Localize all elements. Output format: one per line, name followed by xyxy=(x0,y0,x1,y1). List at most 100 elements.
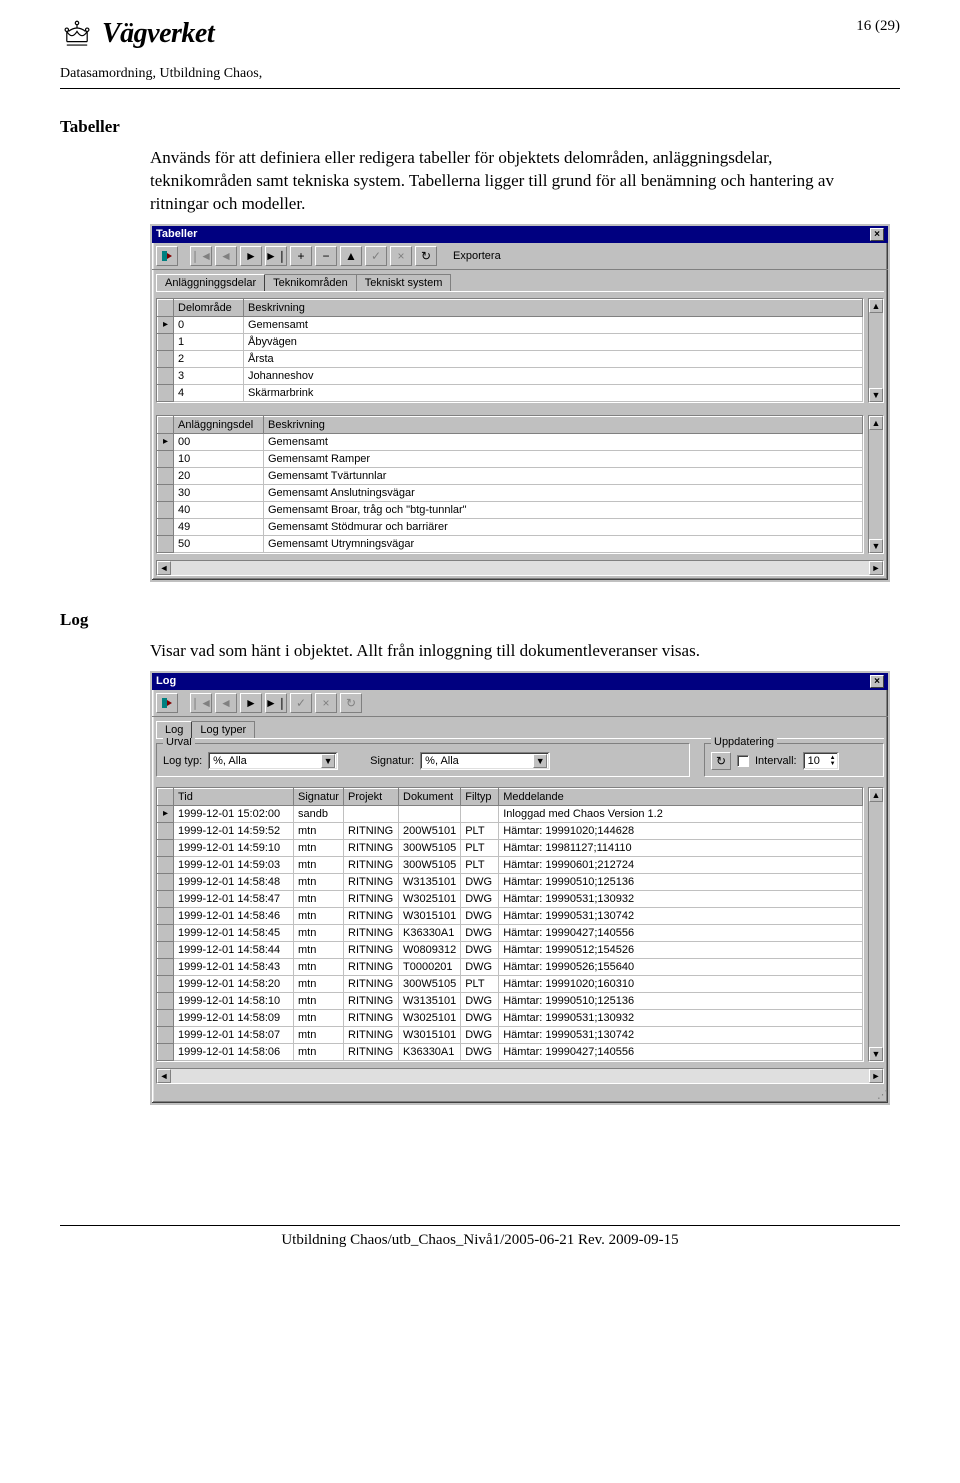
table-row[interactable]: ▸0Gemensamt xyxy=(158,316,863,333)
cancel-icon[interactable]: × xyxy=(390,246,412,266)
table-row[interactable]: 1Åbyvägen xyxy=(158,333,863,350)
intervall-checkbox[interactable] xyxy=(737,755,749,767)
cancel-icon[interactable]: × xyxy=(315,693,337,713)
tab-tekniskt-system[interactable]: Tekniskt system xyxy=(356,274,452,291)
row-selector[interactable] xyxy=(158,535,174,552)
remove-icon[interactable]: − xyxy=(315,246,337,266)
table-row[interactable]: 1999-12-01 14:58:48mtnRITNINGW3135101DWG… xyxy=(158,873,863,890)
row-selector[interactable] xyxy=(158,992,174,1009)
table-row[interactable]: 1999-12-01 14:59:52mtnRITNING200W5101PLT… xyxy=(158,822,863,839)
tab-teknikomraden[interactable]: Teknikområden xyxy=(264,274,357,291)
column-header[interactable]: Delområde xyxy=(174,299,244,316)
scroll-right-icon[interactable]: ► xyxy=(869,1069,883,1083)
column-header[interactable]: Projekt xyxy=(344,788,399,805)
row-selector[interactable] xyxy=(158,1009,174,1026)
table-row[interactable]: 1999-12-01 14:58:09mtnRITNINGW3025101DWG… xyxy=(158,1009,863,1026)
titlebar[interactable]: Log × xyxy=(152,673,888,690)
table-row[interactable]: ▸00Gemensamt xyxy=(158,433,863,450)
row-selector[interactable] xyxy=(158,890,174,907)
table-row[interactable]: 1999-12-01 14:59:10mtnRITNING300W5105PLT… xyxy=(158,839,863,856)
next-icon[interactable]: ► xyxy=(240,693,262,713)
grid-delomrade[interactable]: DelområdeBeskrivning▸0Gemensamt1Åbyvägen… xyxy=(156,298,864,403)
table-row[interactable]: 30Gemensamt Anslutningsvägar xyxy=(158,484,863,501)
column-header[interactable]: Meddelande xyxy=(499,788,863,805)
scroll-up-icon[interactable]: ▲ xyxy=(869,299,883,313)
scroll-down-icon[interactable]: ▼ xyxy=(869,539,883,553)
grid-anlaggningsdel[interactable]: AnläggningsdelBeskrivning▸00Gemensamt10G… xyxy=(156,415,864,554)
column-header[interactable]: Beskrivning xyxy=(264,416,863,433)
table-row[interactable]: 49Gemensamt Stödmurar och barriärer xyxy=(158,518,863,535)
row-selector[interactable] xyxy=(158,518,174,535)
refresh-icon[interactable]: ↻ xyxy=(340,693,362,713)
table-row[interactable]: 2Årsta xyxy=(158,350,863,367)
table-row[interactable]: 1999-12-01 14:58:46mtnRITNINGW3015101DWG… xyxy=(158,907,863,924)
row-selector[interactable] xyxy=(158,924,174,941)
row-selector[interactable] xyxy=(158,856,174,873)
row-selector[interactable]: ▸ xyxy=(158,805,174,822)
table-row[interactable]: ▸1999-12-01 15:02:00sandbInloggad med Ch… xyxy=(158,805,863,822)
chevron-down-icon[interactable]: ▼ xyxy=(533,754,547,768)
tab-log-typer[interactable]: Log typer xyxy=(191,721,255,738)
refresh-icon[interactable]: ↻ xyxy=(415,246,437,266)
scroll-right-icon[interactable]: ► xyxy=(869,561,883,575)
scroll-up-icon[interactable]: ▲ xyxy=(869,788,883,802)
row-selector[interactable] xyxy=(158,350,174,367)
table-row[interactable]: 10Gemensamt Ramper xyxy=(158,450,863,467)
chevron-down-icon[interactable]: ▼ xyxy=(321,754,335,768)
exit-icon[interactable] xyxy=(156,693,178,713)
scrollbar-vertical[interactable]: ▲ ▼ xyxy=(868,787,884,1062)
export-label[interactable]: Exportera xyxy=(453,250,501,262)
tab-log[interactable]: Log xyxy=(156,721,192,738)
titlebar[interactable]: Tabeller × xyxy=(152,226,888,243)
intervall-spinner[interactable]: 10 ▲▼ xyxy=(803,752,839,770)
table-row[interactable]: 20Gemensamt Tvärtunnlar xyxy=(158,467,863,484)
last-icon[interactable]: ►❘ xyxy=(265,246,287,266)
table-row[interactable]: 1999-12-01 14:58:07mtnRITNINGW3015101DWG… xyxy=(158,1026,863,1043)
row-selector[interactable] xyxy=(158,941,174,958)
table-row[interactable]: 50Gemensamt Utrymningsvägar xyxy=(158,535,863,552)
table-row[interactable]: 40Gemensamt Broar, tråg och "btg-tunnlar… xyxy=(158,501,863,518)
column-header[interactable]: Signatur xyxy=(294,788,344,805)
prev-icon[interactable]: ◄ xyxy=(215,693,237,713)
row-selector[interactable] xyxy=(158,1026,174,1043)
row-selector[interactable]: ▸ xyxy=(158,316,174,333)
tab-anlaggningsdelar[interactable]: Anläggninggsdelar xyxy=(156,274,265,291)
table-row[interactable]: 1999-12-01 14:58:20mtnRITNING300W5105PLT… xyxy=(158,975,863,992)
column-header[interactable]: Tid xyxy=(174,788,294,805)
resize-grip-icon[interactable]: ⋰ xyxy=(152,1088,888,1103)
row-selector[interactable] xyxy=(158,975,174,992)
row-selector[interactable] xyxy=(158,501,174,518)
table-row[interactable]: 1999-12-01 14:59:03mtnRITNING300W5105PLT… xyxy=(158,856,863,873)
scrollbar-vertical[interactable]: ▲ ▼ xyxy=(868,415,884,554)
last-icon[interactable]: ►❘ xyxy=(265,693,287,713)
row-selector[interactable] xyxy=(158,822,174,839)
row-selector[interactable] xyxy=(158,384,174,401)
signatur-combo[interactable]: %, Alla ▼ xyxy=(420,752,550,770)
first-icon[interactable]: ❘◄ xyxy=(190,693,212,713)
table-row[interactable]: 1999-12-01 14:58:44mtnRITNINGW0809312DWG… xyxy=(158,941,863,958)
row-selector[interactable] xyxy=(158,873,174,890)
table-row[interactable]: 1999-12-01 14:58:45mtnRITNINGK36330A1DWG… xyxy=(158,924,863,941)
row-selector[interactable] xyxy=(158,367,174,384)
scrollbar-vertical[interactable]: ▲ ▼ xyxy=(868,298,884,403)
exit-icon[interactable] xyxy=(156,246,178,266)
scroll-left-icon[interactable]: ◄ xyxy=(157,1069,171,1083)
scroll-down-icon[interactable]: ▼ xyxy=(869,1047,883,1061)
table-row[interactable]: 1999-12-01 14:58:43mtnRITNINGT0000201DWG… xyxy=(158,958,863,975)
logtyp-combo[interactable]: %, Alla ▼ xyxy=(208,752,338,770)
up-icon[interactable]: ▲ xyxy=(340,246,362,266)
close-icon[interactable]: × xyxy=(870,675,884,688)
column-header[interactable]: Anläggningsdel xyxy=(174,416,264,433)
scroll-down-icon[interactable]: ▼ xyxy=(869,388,883,402)
table-row[interactable]: 3Johanneshov xyxy=(158,367,863,384)
add-icon[interactable]: + xyxy=(290,246,312,266)
row-selector[interactable] xyxy=(158,467,174,484)
scroll-up-icon[interactable]: ▲ xyxy=(869,416,883,430)
table-row[interactable]: 1999-12-01 14:58:47mtnRITNINGW3025101DWG… xyxy=(158,890,863,907)
table-row[interactable]: 1999-12-01 14:58:06mtnRITNINGK36330A1DWG… xyxy=(158,1043,863,1060)
first-icon[interactable]: ❘◄ xyxy=(190,246,212,266)
row-selector[interactable]: ▸ xyxy=(158,433,174,450)
column-header[interactable]: Beskrivning xyxy=(244,299,863,316)
column-header[interactable]: Dokument xyxy=(399,788,461,805)
row-selector[interactable] xyxy=(158,839,174,856)
